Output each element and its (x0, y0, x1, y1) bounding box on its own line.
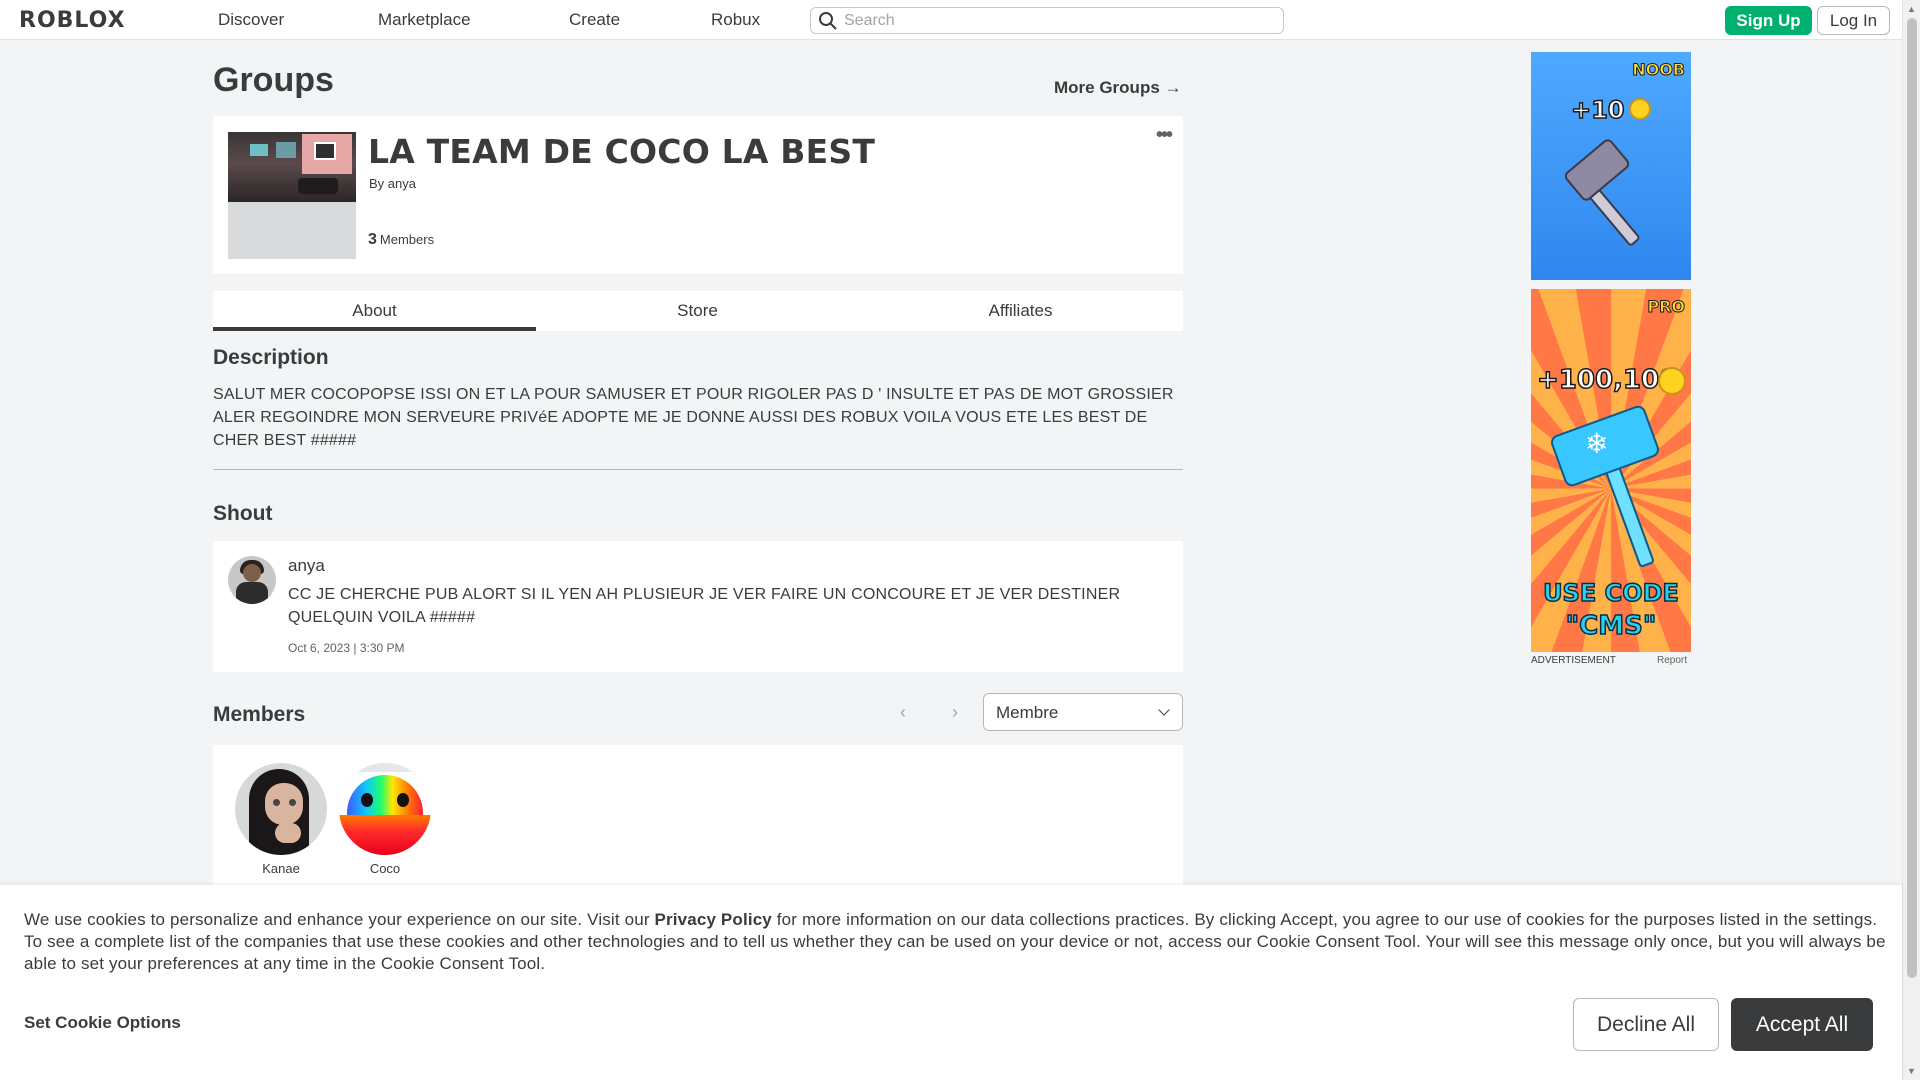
ad-report-link[interactable]: Report (1657, 655, 1687, 666)
group-owner-line: By anya (369, 176, 416, 191)
privacy-policy-link[interactable]: Privacy Policy (655, 910, 772, 929)
shout-text: CC JE CHERCHE PUB ALORT SI IL YEN AH PLU… (288, 586, 1121, 626)
scroll-down-icon[interactable]: ▼ (1907, 1066, 1916, 1076)
search-input[interactable]: Search (810, 7, 1284, 34)
top-navigation-bar: ROBLOX Discover Marketplace Create Robux… (0, 0, 1902, 40)
advertisement-label: ADVERTISEMENT (1531, 655, 1616, 666)
nav-marketplace[interactable]: Marketplace (378, 10, 471, 30)
member-name[interactable]: Kanae (235, 861, 327, 876)
tab-store[interactable]: Store (536, 291, 859, 331)
chevron-down-icon (1158, 704, 1170, 716)
advertisement-banner-bottom[interactable]: PRO +100,100 ❄ USE CODE "CMS" (1531, 289, 1691, 652)
log-in-button[interactable]: Log In (1817, 6, 1890, 35)
ad-badge-pro: PRO (1647, 297, 1686, 317)
accept-all-button[interactable]: Accept All (1731, 998, 1873, 1051)
ad-amount: +10 (1570, 95, 1625, 125)
avatar[interactable] (235, 763, 327, 855)
role-dropdown-value: Membre (996, 703, 1059, 722)
shout-avatar[interactable] (228, 556, 276, 604)
more-options-icon[interactable]: ••• (1156, 124, 1173, 147)
member-card[interactable]: Coco (339, 763, 431, 876)
description-heading: Description (213, 346, 329, 369)
scrollbar-thumb[interactable] (1907, 18, 1917, 978)
section-divider (213, 469, 1183, 470)
page-title: Groups (213, 61, 334, 99)
roblox-logo[interactable]: ROBLOX (19, 8, 126, 33)
nav-create[interactable]: Create (569, 10, 620, 30)
robux-coin-icon (1658, 367, 1686, 395)
shout-heading: Shout (213, 502, 273, 525)
tab-about[interactable]: About (213, 291, 536, 331)
search-placeholder: Search (844, 12, 895, 29)
robux-coin-icon (1629, 98, 1651, 120)
ad-amount: +100,100 (1536, 364, 1678, 396)
sign-up-button[interactable]: Sign Up (1725, 6, 1812, 35)
group-header-card: LA TEAM DE COCO LA BEST By anya 3 Members… (213, 116, 1183, 274)
scroll-up-icon[interactable]: ▲ (1907, 4, 1916, 14)
nav-discover[interactable]: Discover (218, 10, 284, 30)
ad-code-line2: "CMS" (1565, 610, 1657, 642)
ad-badge-noob: NOOB (1632, 60, 1686, 80)
cookie-message: We use cookies to personalize and enhanc… (24, 910, 1886, 973)
tab-affiliates[interactable]: Affiliates (859, 291, 1182, 331)
page-scrollbar[interactable]: ▲ ▼ (1902, 0, 1920, 1080)
member-count-label: Members (379, 232, 435, 247)
shout-card: anya CC JE CHERCHE PUB ALORT SI IL YEN A… (213, 541, 1183, 672)
shout-username[interactable]: anya (288, 556, 325, 576)
avatar[interactable] (339, 763, 431, 855)
role-dropdown[interactable]: Membre (983, 693, 1183, 731)
snowflake-icon: ❄ (1585, 428, 1609, 459)
group-tabs: About Store Affiliates (213, 291, 1183, 331)
ad-code-line1: USE CODE (1542, 578, 1679, 608)
shout-timestamp: Oct 6, 2023 | 3:30 PM (288, 641, 405, 655)
decline-all-button[interactable]: Decline All (1573, 998, 1719, 1051)
member-count: 3 Members (368, 231, 434, 249)
chevron-right-icon[interactable]: › (952, 702, 958, 723)
cookie-consent-banner: We use cookies to personalize and enhanc… (0, 885, 1902, 1080)
group-name: LA TEAM DE COCO LA BEST (368, 132, 876, 171)
member-name[interactable]: Coco (339, 861, 431, 876)
more-groups-link[interactable]: More Groups → (1054, 78, 1182, 98)
search-icon (819, 12, 837, 30)
member-card[interactable]: Kanae (235, 763, 327, 876)
group-emblem (228, 132, 356, 259)
by-prefix: By (369, 176, 385, 191)
members-heading: Members (213, 703, 306, 726)
nav-robux[interactable]: Robux (711, 10, 760, 30)
advertisement-banner-top[interactable]: NOOB +10 (1531, 52, 1691, 280)
set-cookie-options-button[interactable]: Set Cookie Options (24, 1013, 181, 1033)
chevron-left-icon[interactable]: ‹ (900, 702, 906, 723)
member-count-value: 3 (368, 231, 377, 248)
description-text: SALUT MER COCOPOPSE ISSI ON ET LA POUR S… (213, 386, 1174, 449)
members-list: Kanae Coco (213, 745, 1183, 885)
group-owner-link[interactable]: anya (388, 176, 416, 191)
